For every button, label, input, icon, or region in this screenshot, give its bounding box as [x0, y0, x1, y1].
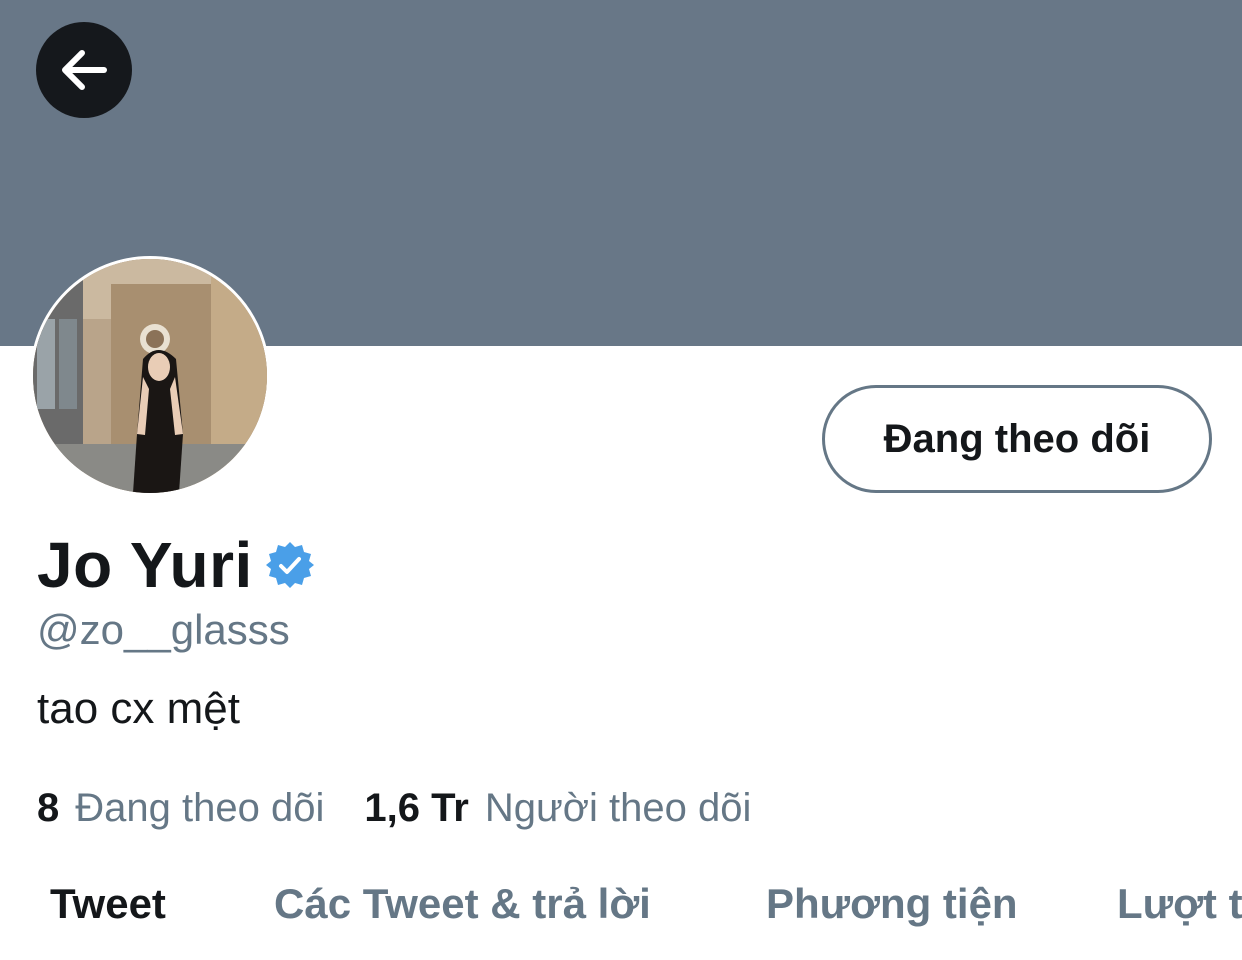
- verified-badge-icon: [265, 540, 315, 590]
- avatar[interactable]: [30, 256, 270, 496]
- back-button[interactable]: [36, 22, 132, 118]
- profile-tabs: Tweet Các Tweet & trả lời Phương tiện Lư…: [0, 870, 1242, 940]
- followers-stat[interactable]: 1,6 Tr Người theo dõi: [364, 786, 751, 831]
- followers-label: Người theo dõi: [484, 786, 752, 830]
- tab-tweets[interactable]: Tweet: [50, 880, 166, 928]
- following-button[interactable]: Đang theo dõi: [822, 385, 1212, 493]
- tab-tweets-replies[interactable]: Các Tweet & trả lời: [274, 880, 651, 928]
- tab-likes[interactable]: Lượt t: [1117, 880, 1242, 928]
- following-stat[interactable]: 8 Đang theo dõi: [37, 786, 324, 831]
- followers-count: 1,6 Tr: [364, 786, 469, 830]
- bio-text: tao cx mệt: [37, 684, 240, 733]
- following-label: Đang theo dõi: [75, 786, 325, 830]
- following-button-label: Đang theo dõi: [883, 416, 1151, 461]
- tab-media[interactable]: Phương tiện: [766, 880, 1018, 928]
- profile-page: Đang theo dõi Jo Yuri @zo__glasss tao cx…: [0, 0, 1242, 960]
- user-handle: @zo__glasss: [37, 606, 290, 653]
- arrow-left-icon: [62, 50, 107, 90]
- profile-stats: 8 Đang theo dõi 1,6 Tr Người theo dõi: [37, 786, 751, 831]
- display-name: Jo Yuri: [37, 529, 253, 601]
- following-count: 8: [37, 786, 60, 830]
- name-row: Jo Yuri: [37, 528, 315, 602]
